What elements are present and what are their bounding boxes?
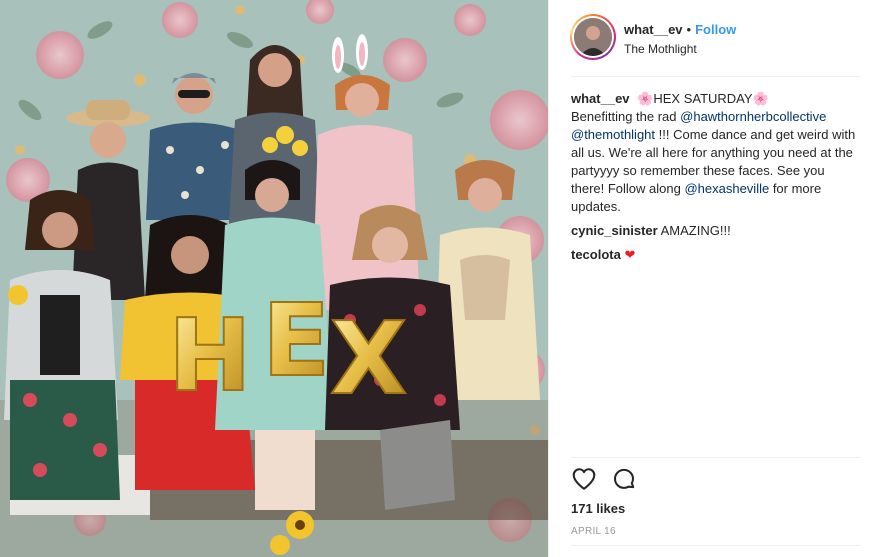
follow-button[interactable]: Follow	[695, 22, 736, 37]
balloon-letter-e: E	[262, 282, 330, 399]
balloon-letter-h: H	[168, 297, 252, 414]
instagram-post: H E X what__ev • Follow The Mothlight wh…	[0, 0, 881, 557]
comment-username[interactable]: cynic_sinister	[571, 223, 658, 238]
avatar[interactable]	[570, 14, 616, 60]
comment-text: AMAZING!!!	[660, 223, 731, 238]
likes-count[interactable]: 171 likes	[571, 501, 625, 516]
mention-link[interactable]: @hexasheville	[684, 181, 769, 196]
post-date[interactable]: APRIL 16	[571, 526, 616, 537]
avatar-image	[574, 18, 612, 56]
heart-outline-icon	[572, 468, 596, 490]
separator-dot: •	[686, 22, 692, 37]
post-header: what__ev • Follow The Mothlight	[549, 0, 881, 77]
mention-link[interactable]: @hawthornherbcollective	[680, 109, 826, 124]
comment-item: tecolota ❤	[571, 246, 861, 264]
like-button[interactable]	[571, 466, 599, 494]
post-photo[interactable]: H E X	[0, 0, 548, 557]
comment-button[interactable]	[611, 466, 639, 494]
caption: what__ev 🌸HEX SATURDAY🌸 Benefitting the …	[571, 90, 861, 216]
hex-balloons: H E X	[167, 281, 408, 418]
comment-username[interactable]: tecolota	[571, 247, 621, 262]
actions-divider	[571, 457, 860, 458]
bottom-divider	[571, 545, 860, 546]
flower-emoji: 🌸	[752, 91, 769, 106]
header-username[interactable]: what__ev	[624, 22, 683, 37]
caption-title: HEX SATURDAY	[653, 91, 753, 106]
group-photo-illustration: H E X	[0, 0, 548, 557]
location-link[interactable]: The Mothlight	[624, 42, 697, 56]
caption-username[interactable]: what__ev	[571, 91, 630, 106]
header-user-row: what__ev • Follow	[624, 22, 736, 37]
post-side-panel: what__ev • Follow The Mothlight what__ev 🌸…	[548, 0, 881, 557]
balloon-letter-x: X	[330, 300, 407, 417]
flower-emoji: 🌸	[637, 91, 654, 106]
comments-section: what__ev 🌸HEX SATURDAY🌸 Benefitting the …	[571, 90, 861, 264]
red-heart-emoji: ❤	[624, 247, 636, 262]
comment-bubble-icon	[613, 468, 635, 489]
header-divider	[571, 76, 860, 77]
caption-text: Benefitting the rad	[571, 109, 681, 124]
mention-link[interactable]: @themothlight	[571, 127, 655, 142]
comment-item: cynic_sinister AMAZING!!!	[571, 222, 861, 240]
